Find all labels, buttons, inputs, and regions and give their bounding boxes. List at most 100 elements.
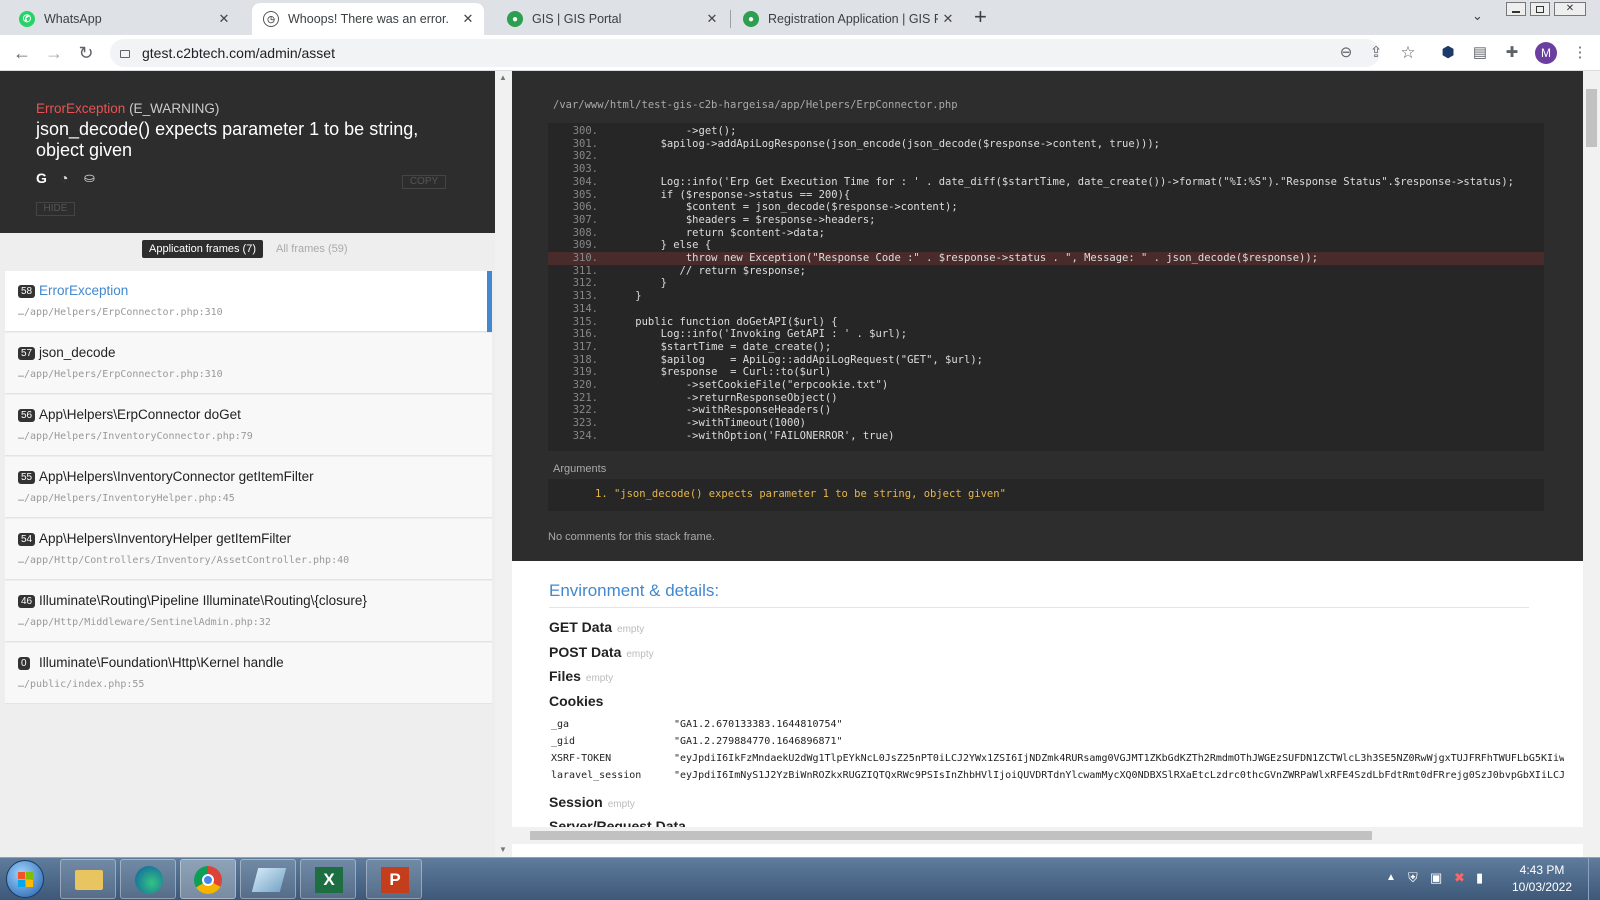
files-heading: Files empty <box>549 668 613 684</box>
close-icon[interactable]: ✕ <box>214 11 234 27</box>
line-text: ->withOption('FAILONERROR', true) <box>610 429 895 442</box>
google-search-icon[interactable]: G <box>36 170 47 186</box>
tray-expand-icon[interactable]: ▲ <box>1386 872 1396 883</box>
zoom-icon[interactable]: ⊖ <box>1334 41 1358 65</box>
scrollbar-thumb[interactable] <box>1586 89 1597 147</box>
forward-arrow-icon[interactable]: → <box>42 41 66 65</box>
close-icon[interactable]: ✕ <box>702 11 722 27</box>
window-close-button[interactable]: ✕ <box>1554 2 1586 16</box>
frame-class: json_decode <box>39 345 116 360</box>
gis-logo-icon: ● <box>743 11 759 27</box>
reload-icon[interactable]: ↻ <box>74 41 98 65</box>
exception-type: ErrorException <box>36 101 126 116</box>
tray-shield-icon[interactable]: ⛨ <box>1408 870 1418 886</box>
divider <box>549 607 1529 608</box>
code-line: 319. $response = Curl::to($url) <box>548 366 1544 379</box>
close-icon[interactable]: ✕ <box>938 11 958 27</box>
tray-volume-muted-icon[interactable]: ✖ <box>1454 870 1465 886</box>
line-number: 323. <box>572 417 598 430</box>
environment-title: Environment & details: <box>549 581 720 600</box>
server-request-heading: Server/Request Data <box>549 818 686 827</box>
windows-taskbar: X P ▲ ⛨ ▣ ✖ ▮ 4:43 PM 10/03/2022 <box>0 857 1600 900</box>
scrollbar-thumb[interactable] <box>530 831 1372 840</box>
frame-item[interactable]: 58 ErrorException …/app/Helpers/ErpConne… <box>5 271 492 332</box>
line-text: ->setCookieFile("erpcookie.txt") <box>610 379 889 391</box>
tab-registration-application[interactable]: ● Registration Application | GIS Por ✕ <box>732 3 964 35</box>
show-desktop-button[interactable] <box>1588 858 1600 900</box>
line-number: 314. <box>572 302 598 315</box>
frame-path: …/app/Http/Middleware/SentinelAdmin.php:… <box>18 617 271 628</box>
window-minimize-button[interactable] <box>1506 2 1526 16</box>
start-button[interactable] <box>6 860 44 898</box>
clock-date[interactable]: 10/03/2022 <box>1502 880 1582 894</box>
line-number: 310. <box>572 252 598 264</box>
frame-item[interactable]: 46 Illuminate\Routing\Pipeline Illuminat… <box>5 581 492 642</box>
left-scrollbar[interactable]: ▲ ▼ <box>495 71 512 857</box>
frame-item[interactable]: 57 json_decode …/app/Helpers/ErpConnecto… <box>5 333 492 394</box>
notepad-icon <box>251 868 287 892</box>
exception-message: json_decode() expects parameter 1 to be … <box>36 119 419 160</box>
taskbar-edge[interactable] <box>120 859 176 899</box>
address-bar[interactable]: gtest.c2btech.com/admin/asset <box>110 39 1380 67</box>
bookmark-star-icon[interactable]: ☆ <box>1396 41 1420 65</box>
tray-signal-icon[interactable]: ▮ <box>1476 870 1483 886</box>
frame-number: 54 <box>18 533 36 546</box>
exception-level: (E_WARNING) <box>129 101 220 116</box>
window-restore-button[interactable] <box>1530 2 1550 16</box>
horizontal-scrollbar[interactable] <box>512 827 1583 844</box>
frame-item[interactable]: 0 Illuminate\Foundation\Http\Kernel hand… <box>5 643 492 704</box>
section-label: GET Data <box>549 619 613 635</box>
menu-kebab-icon[interactable]: ⋮ <box>1568 41 1592 65</box>
file-path[interactable]: /var/www/html/test-gis-c2b-hargeisa/app/… <box>553 99 958 111</box>
code-line: 311. // return $response; <box>548 265 1544 278</box>
taskbar-chrome[interactable] <box>180 859 236 899</box>
frame-class: App\Helpers\InventoryHelper getItemFilte… <box>39 531 292 546</box>
tab-all-frames[interactable]: All frames (59) <box>276 240 348 258</box>
argument-value: 1. "json_decode() expects parameter 1 to… <box>595 488 1006 500</box>
tab-search-chevron-icon[interactable]: ⌄ <box>1472 8 1483 24</box>
scroll-up-arrow-icon[interactable]: ▲ <box>499 73 507 82</box>
line-text: ->returnResponseObject() <box>610 391 838 404</box>
cookie-value: "eyJpdiI6IkFzMndaekU2dWg1TlpEYkNcL0JsZ25… <box>674 753 1564 764</box>
tab-whoops-error[interactable]: ◷ Whoops! There was an error. ✕ <box>252 3 484 35</box>
frame-item[interactable]: 56 App\Helpers\ErpConnector doGet …/app/… <box>5 395 492 456</box>
frame-item[interactable]: 54 App\Helpers\InventoryHelper getItemFi… <box>5 519 492 580</box>
profile-avatar[interactable]: M <box>1535 42 1557 64</box>
browser-toolbar: ← → ↻ gtest.c2btech.com/admin/asset ⊖ ⇪ … <box>0 35 1600 71</box>
extensions-puzzle-icon[interactable]: ✚ <box>1500 41 1524 65</box>
line-number: 320. <box>572 379 598 391</box>
frame-number: 0 <box>18 657 30 670</box>
duckduckgo-search-icon[interactable]: ◔ <box>60 170 68 186</box>
close-icon[interactable]: ✕ <box>458 11 478 27</box>
get-data-heading: GET Data empty <box>549 619 644 635</box>
scroll-down-arrow-icon[interactable]: ▼ <box>499 845 507 854</box>
taskbar-powerpoint[interactable]: P <box>366 859 422 899</box>
error-header: ErrorException (E_WARNING) json_decode()… <box>0 71 495 233</box>
tab-title: Whoops! There was an error. <box>288 12 449 26</box>
copy-button[interactable]: COPY <box>402 175 446 189</box>
back-arrow-icon[interactable]: ← <box>10 41 34 65</box>
frame-item[interactable]: 55 App\Helpers\InventoryConnector getIte… <box>5 457 492 518</box>
line-number: 301. <box>572 137 598 150</box>
line-number: 316. <box>572 328 598 341</box>
page-scrollbar[interactable] <box>1583 71 1600 857</box>
code-line: 306. $content = json_decode($response->c… <box>548 201 1544 214</box>
tray-network-icon[interactable]: ▣ <box>1430 870 1442 886</box>
new-tab-plus-icon[interactable]: + <box>974 5 987 29</box>
tab-application-frames[interactable]: Application frames (7) <box>142 240 263 258</box>
extension-shield-icon[interactable]: ⬢ <box>1436 41 1460 65</box>
clock-time[interactable]: 4:43 PM <box>1502 863 1582 877</box>
tab-whatsapp[interactable]: ✆ WhatsApp ✕ <box>8 3 240 35</box>
share-icon[interactable]: ⇪ <box>1364 41 1388 65</box>
taskbar-notepad[interactable] <box>240 859 296 899</box>
url-text[interactable]: gtest.c2btech.com/admin/asset <box>142 45 335 61</box>
code-line: 313. } <box>548 290 1544 303</box>
stackoverflow-search-icon[interactable]: ⛀ <box>84 170 95 186</box>
taskbar-file-explorer[interactable] <box>60 859 116 899</box>
hide-button[interactable]: HIDE <box>36 202 75 216</box>
taskbar-excel[interactable]: X <box>300 859 356 899</box>
tab-gis-portal[interactable]: ● GIS | GIS Portal ✕ <box>496 3 728 35</box>
line-number: 324. <box>572 429 598 442</box>
extension-doc-icon[interactable]: ▤ <box>1468 41 1492 65</box>
code-line: 320. ->setCookieFile("erpcookie.txt") <box>548 379 1544 392</box>
